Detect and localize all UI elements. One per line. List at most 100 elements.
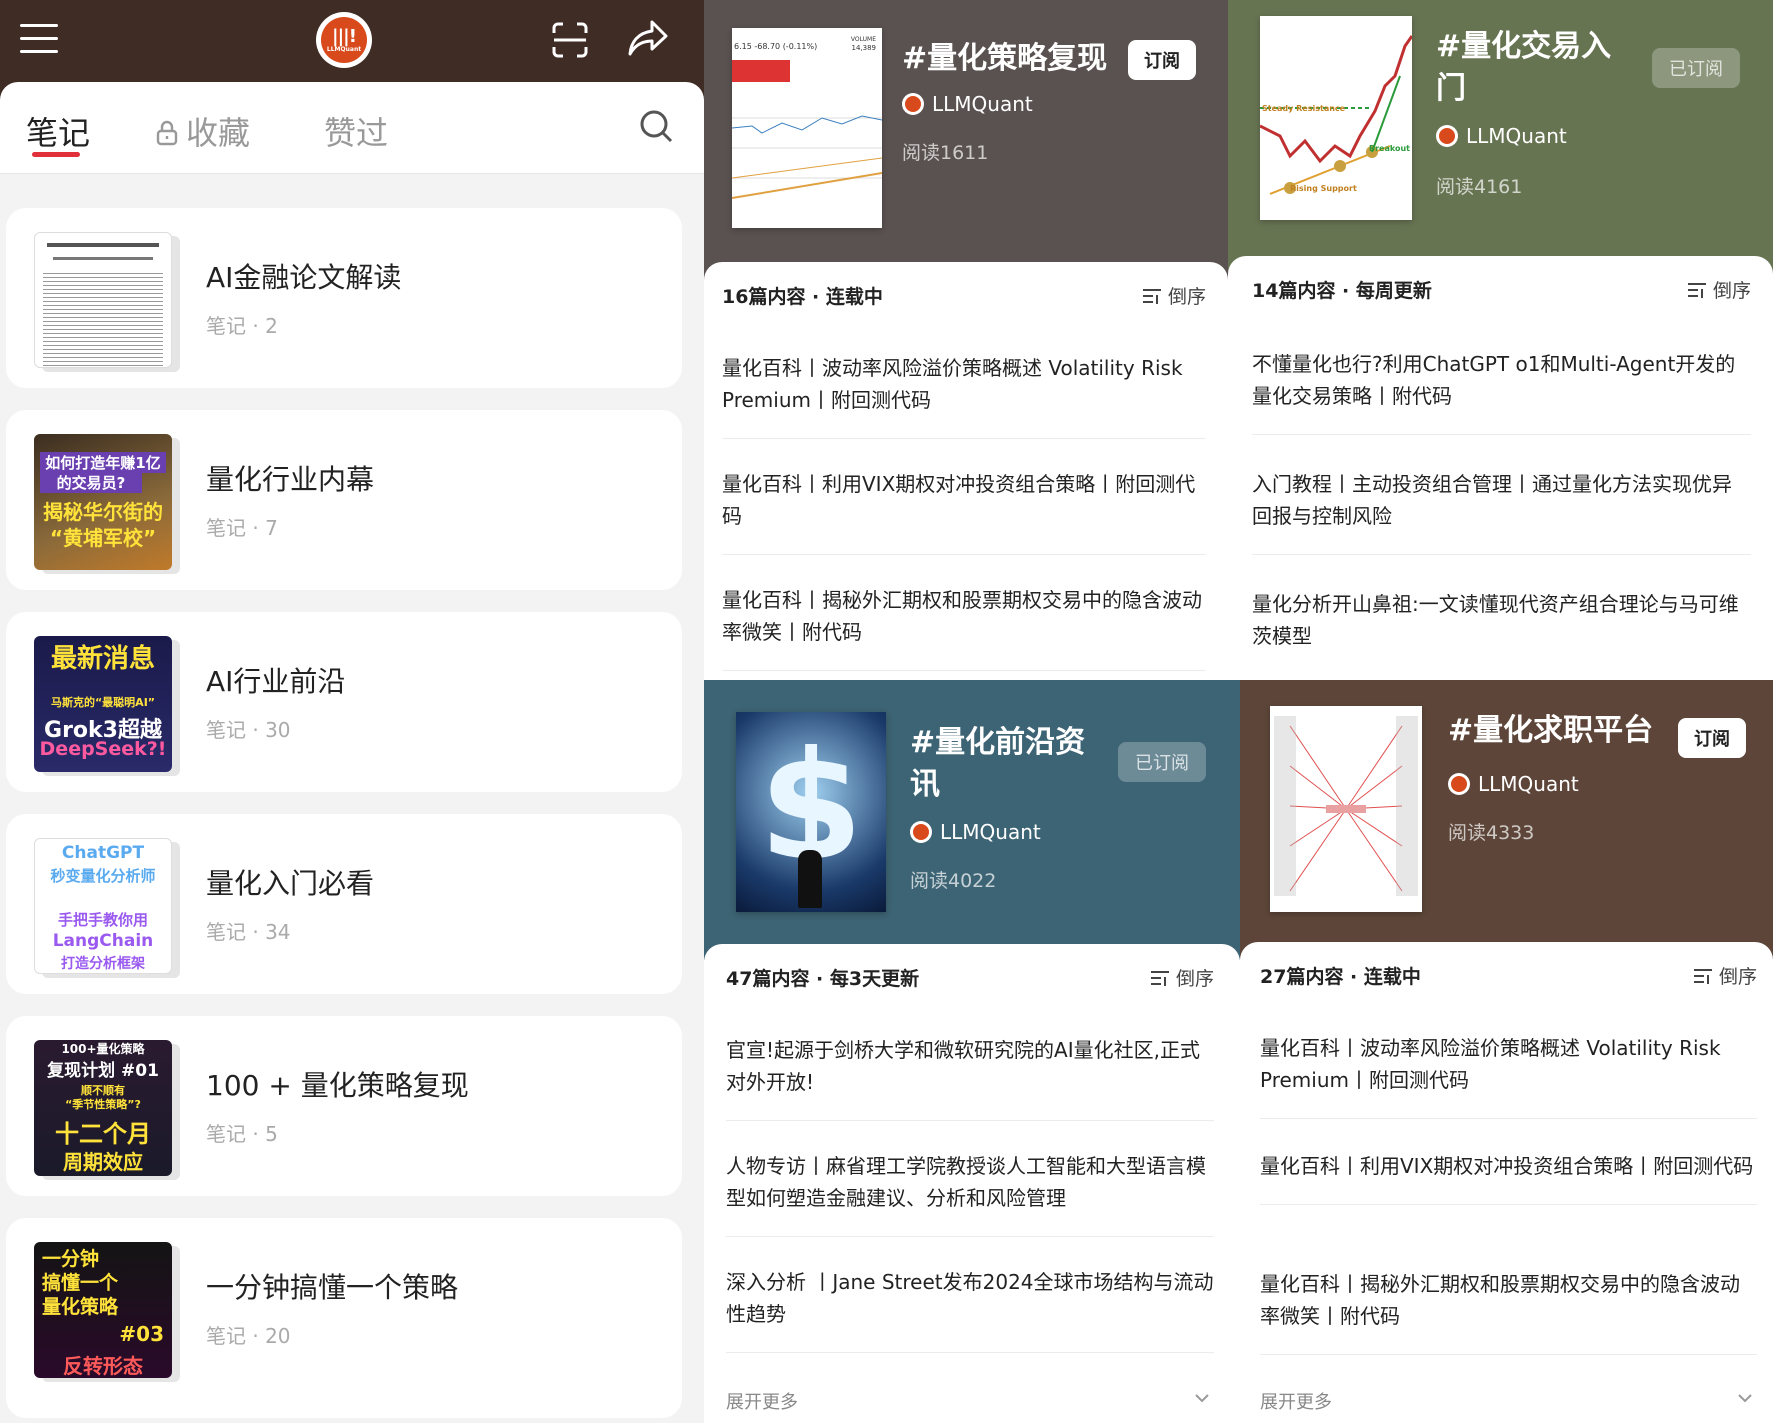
cover-text: Breakout: [1369, 144, 1410, 153]
cover-text: Rising Support: [1290, 184, 1357, 193]
expand-more[interactable]: 展开更多: [726, 1388, 1214, 1414]
collection-title: 一分钟搞懂一个策略: [206, 1271, 459, 1304]
card-header: Steady Resistance Breakout Rising Suppor…: [1228, 0, 1773, 280]
author-avatar: [902, 93, 924, 115]
card-author[interactable]: LLMQuant: [902, 92, 1033, 116]
card-title[interactable]: #量化交易入门: [1436, 26, 1626, 110]
article-link[interactable]: 人物专访丨麻省理工学院教授谈人工智能和大型语言模型如何塑造金融建议、分析和风险管…: [726, 1150, 1214, 1237]
card-meta: 47篇内容 · 每3天更新: [726, 968, 920, 990]
tab-favorites[interactable]: 收藏: [156, 108, 250, 154]
sort-order-toggle[interactable]: 倒序: [1693, 962, 1757, 989]
column-card-trading-intro: Steady Resistance Breakout Rising Suppor…: [1228, 0, 1773, 680]
card-body: 47篇内容 · 每3天更新 倒序 官宣!起源于剑桥大学和微软研究院的AI量化社区…: [704, 944, 1240, 1423]
sort-order-toggle[interactable]: 倒序: [1150, 964, 1214, 991]
article-link[interactable]: 量化百科丨波动率风险溢价策略概述 Volatility Risk Premium…: [1260, 1032, 1757, 1119]
sort-order-label: 倒序: [1175, 968, 1214, 990]
logo[interactable]: |||! LLMQuant: [316, 12, 372, 68]
collection-thumbnail: 一分钟 搞懂一个 量化策略 #03 反转形态: [34, 1242, 172, 1378]
collection-thumbnail: [34, 232, 172, 368]
tab-liked[interactable]: 赞过: [324, 108, 388, 154]
expand-more[interactable]: 展开更多: [1260, 1388, 1757, 1414]
sort-icon: [1693, 968, 1712, 984]
collection-item[interactable]: 一分钟 搞懂一个 量化策略 #03 反转形态 一分钟搞懂一个策略 笔记 · 20: [6, 1218, 682, 1418]
read-count: 阅读1611: [902, 142, 989, 164]
thumb-line: 量化策略: [42, 1296, 119, 1318]
sort-order-label: 倒序: [1167, 286, 1206, 308]
thumb-line: 马斯克的“最聪明AI”: [50, 696, 156, 709]
card-author[interactable]: LLMQuant: [1436, 124, 1567, 148]
subscribed-button[interactable]: 已订阅: [1118, 742, 1206, 782]
sort-icon: [1150, 970, 1169, 986]
card-cover[interactable]: [1270, 706, 1422, 912]
tab-notes[interactable]: 笔记: [26, 108, 90, 154]
sort-icon: [1687, 282, 1706, 298]
card-meta: 27篇内容 · 连载中: [1260, 966, 1421, 988]
article-link[interactable]: 量化百科丨波动率风险溢价策略概述 Volatility Risk Premium…: [722, 352, 1206, 439]
column-card-frontier-news: $ #量化前沿资讯 已订阅 LLMQuant 阅读4022 47篇内容 · 每3…: [704, 680, 1240, 1423]
collection-count: 笔记 · 20: [206, 1324, 291, 1348]
thumb-line: 秒变量化分析师: [50, 867, 156, 885]
collection-title: AI金融论文解读: [206, 261, 402, 294]
cover-text: 14,389: [851, 44, 877, 52]
chevron-down-icon: [1738, 1394, 1752, 1403]
card-title[interactable]: #量化求职平台: [1448, 710, 1653, 752]
collection-thumbnail: 100+量化策略 复现计划 #01 顺不顺有 “季节性策略”? 十二个月 周期效…: [34, 1040, 172, 1176]
collection-title: 量化行业内幕: [206, 463, 375, 496]
collection-item[interactable]: ChatGPT 秒变量化分析师 手把手教你用 LangChain 打造分析框架 …: [6, 814, 682, 994]
collection-thumbnail: 如何打造年赚1亿 的交易员? 揭秘华尔街的 “黄埔军校”: [34, 434, 172, 570]
article-link[interactable]: 量化百科丨利用VIX期权对冲投资组合策略丨附回测代码: [1260, 1150, 1757, 1205]
subscribe-button[interactable]: 订阅: [1128, 40, 1196, 80]
collection-count: 笔记 · 2: [206, 314, 278, 338]
collection-item[interactable]: AI金融论文解读 笔记 · 2: [6, 208, 682, 388]
thumb-line: 手把手教你用: [57, 911, 148, 929]
card-cover[interactable]: $: [736, 712, 886, 912]
card-author[interactable]: LLMQuant: [1448, 772, 1579, 796]
scan-icon[interactable]: [550, 20, 590, 60]
collection-title: 100 + 量化策略复现: [206, 1069, 469, 1102]
logo-text: LLMQuant: [326, 45, 362, 53]
collection-item[interactable]: 100+量化策略 复现计划 #01 顺不顺有 “季节性策略”? 十二个月 周期效…: [6, 1016, 682, 1196]
author-avatar: [1448, 773, 1470, 795]
person-silhouette: [798, 850, 822, 908]
screenshot-root: |||! LLMQuant 笔记 收藏 赞过 AI金融论文解读 笔记 · 2 如…: [0, 0, 1773, 1423]
profile-collections-panel: |||! LLMQuant 笔记 收藏 赞过 AI金融论文解读 笔记 · 2 如…: [0, 0, 704, 1423]
collection-count: 笔记 · 5: [206, 1122, 278, 1146]
card-header: #量化求职平台 订阅 LLMQuant 阅读4333: [1240, 680, 1773, 960]
share-icon[interactable]: [626, 18, 670, 60]
thumb-line: 复现计划 #01: [47, 1061, 159, 1081]
card-title[interactable]: #量化策略复现: [902, 38, 1107, 80]
lock-icon: [156, 120, 178, 146]
menu-icon[interactable]: [20, 24, 58, 54]
thumb-line: 最新消息: [50, 644, 155, 674]
card-title[interactable]: #量化前沿资讯: [910, 722, 1100, 806]
article-link[interactable]: 不懂量化也行?利用ChatGPT o1和Multi-Agent开发的量化交易策略…: [1252, 348, 1751, 435]
collection-item[interactable]: 如何打造年赚1亿 的交易员? 揭秘华尔街的 “黄埔军校” 量化行业内幕 笔记 ·…: [6, 410, 682, 590]
search-icon[interactable]: [638, 108, 674, 144]
collection-title: 量化入门必看: [206, 867, 375, 900]
thumb-line: 揭秘华尔街的: [43, 500, 163, 524]
sort-order-toggle[interactable]: 倒序: [1687, 276, 1751, 303]
collection-title: AI行业前沿: [206, 665, 346, 698]
subscribe-button[interactable]: 订阅: [1678, 718, 1746, 758]
thumb-line: 搞懂一个: [42, 1272, 119, 1294]
article-link[interactable]: 深入分析 丨Jane Street发布2024全球市场结构与流动性趋势: [726, 1266, 1214, 1353]
article-link[interactable]: 量化百科丨揭秘外汇期权和股票期权交易中的隐含波动率微笑丨附代码: [1260, 1268, 1757, 1355]
article-link[interactable]: 入门教程丨主动投资组合管理丨通过量化方法实现优异回报与控制风险: [1252, 468, 1751, 555]
card-cover[interactable]: Steady Resistance Breakout Rising Suppor…: [1260, 16, 1412, 220]
card-cover[interactable]: 6.15 -68.70 (-0.11%) VOLUME 14,389: [732, 28, 882, 228]
sort-order-toggle[interactable]: 倒序: [1142, 282, 1206, 309]
read-count: 阅读4161: [1436, 176, 1523, 198]
subscribed-button[interactable]: 已订阅: [1652, 48, 1740, 88]
collection-item[interactable]: 最新消息 马斯克的“最聪明AI” Grok3超越 DeepSeek?! AI行业…: [6, 612, 682, 792]
card-author[interactable]: LLMQuant: [910, 820, 1041, 844]
expand-more-label: 展开更多: [1260, 1392, 1332, 1413]
article-link[interactable]: 官宣!起源于剑桥大学和微软研究院的AI量化社区,正式对外开放!: [726, 1034, 1214, 1121]
article-link[interactable]: 量化分析开山鼻祖:一文读懂现代资产组合理论与马可维茨模型: [1252, 588, 1751, 674]
thumb-line: ChatGPT: [61, 843, 145, 863]
active-tab-indicator: [32, 152, 80, 157]
article-link[interactable]: 量化百科丨利用VIX期权对冲投资组合策略丨附回测代码: [722, 468, 1206, 555]
article-link[interactable]: 量化百科丨揭秘外汇期权和股票期权交易中的隐含波动率微笑丨附代码: [722, 584, 1206, 671]
author-name: LLMQuant: [1478, 772, 1579, 796]
card-body: 14篇内容 · 每周更新 倒序 不懂量化也行?利用ChatGPT o1和Mult…: [1228, 256, 1773, 680]
collection-count: 笔记 · 30: [206, 718, 291, 742]
